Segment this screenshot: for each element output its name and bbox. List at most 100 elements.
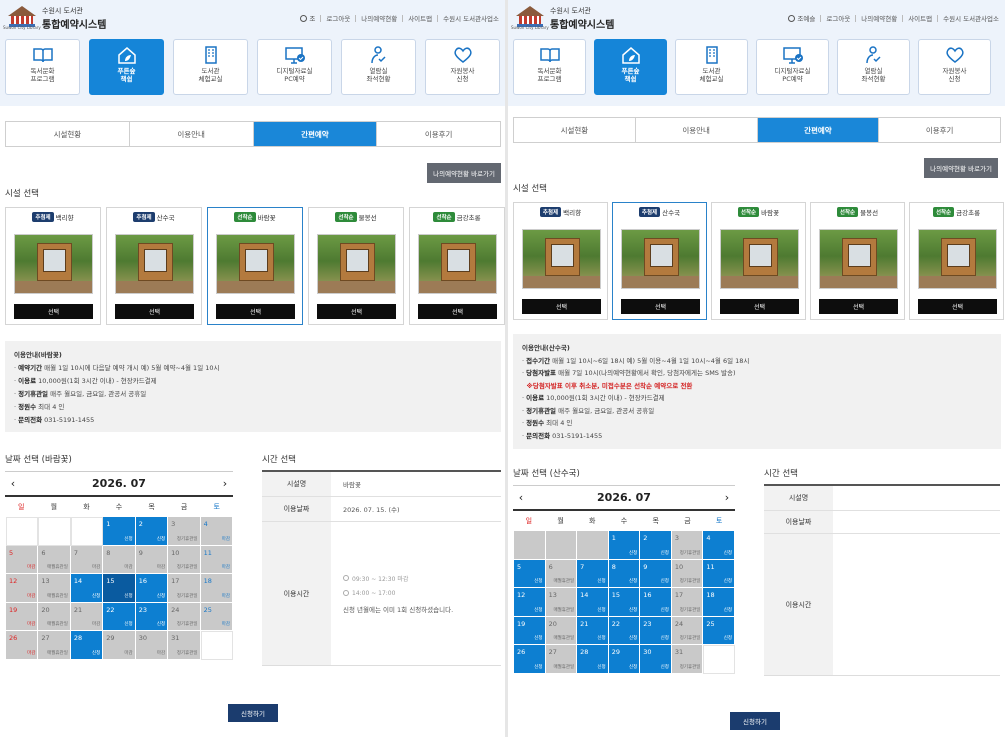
calendar-day-12[interactable]: 12 신청 <box>514 588 546 617</box>
calendar-day-29[interactable]: 29 신청 <box>608 645 641 674</box>
tab-easy-reservation[interactable]: 간편예약 <box>253 122 378 146</box>
day-number: 6 <box>41 548 46 557</box>
calendar-day-23[interactable]: 23 신청 <box>640 616 672 645</box>
tab-usage-guide[interactable]: 이용안내 <box>636 118 758 142</box>
tab-reviews[interactable]: 이용후기 <box>377 122 500 146</box>
nav-label: 푸른숲 책쉼 <box>117 67 136 83</box>
calendar-day-22[interactable]: 22 신청 <box>103 602 136 631</box>
apply-button[interactable]: 신청하기 <box>730 712 780 730</box>
my-reservation-shortcut-button[interactable]: 나의예약현황 바로가기 <box>924 158 998 178</box>
logout-link[interactable]: 로그아웃 <box>326 13 350 23</box>
calendar-day-11[interactable]: 11 신청 <box>703 559 735 588</box>
calendar-day-26[interactable]: 26 신청 <box>514 645 546 674</box>
library-office-link[interactable]: 수원시 도서관사업소 <box>943 13 999 23</box>
calendar-day-21[interactable]: 21 신청 <box>577 616 609 645</box>
select-button[interactable]: 선택 <box>522 299 601 314</box>
select-button[interactable]: 선택 <box>14 304 93 319</box>
calendar-day-1[interactable]: 1 신청 <box>608 531 641 560</box>
calendar-day-12: 12 마감 <box>6 574 39 603</box>
calendar-day-22[interactable]: 22 신청 <box>608 616 641 645</box>
facility-card-geumgangchorong[interactable]: 선착순 금강초롱 선택 <box>409 207 505 325</box>
calendar-day-1[interactable]: 1 신청 <box>103 517 136 546</box>
my-reservations-link[interactable]: 나의예약현황 <box>861 13 897 23</box>
calendar-day-5[interactable]: 5 신청 <box>514 559 546 588</box>
calendar-day-4[interactable]: 4 신청 <box>703 531 735 560</box>
my-reservations-link[interactable]: 나의예약현황 <box>361 13 397 23</box>
select-button[interactable]: 선택 <box>621 299 700 314</box>
tab-easy-reservation[interactable]: 간편예약 <box>757 118 880 142</box>
calendar-day-8[interactable]: 8 신청 <box>608 559 641 588</box>
select-button[interactable]: 선택 <box>720 299 799 314</box>
facility-card-baekrihyang[interactable]: 추첨제 백리향 선택 <box>5 207 101 325</box>
facility-photo <box>14 234 93 294</box>
calendar-day-14[interactable]: 14 신청 <box>70 574 104 603</box>
nav-volunteer[interactable]: 자원봉사 신청 <box>425 39 500 95</box>
calendar-day-15[interactable]: 15 신청 <box>608 588 641 617</box>
calendar-day-18[interactable]: 18 신청 <box>703 588 735 617</box>
time-slot-morning[interactable]: 09:30 ~ 12:30 마감 <box>343 574 408 583</box>
day-number: 4 <box>706 534 711 542</box>
nav-reading-room[interactable]: 열람실 좌석현황 <box>837 39 910 95</box>
facility-card-mulbongseon[interactable]: 선착순 물봉선 선택 <box>308 207 404 325</box>
facility-card-sansuguk[interactable]: 추첨제 산수국 선택 <box>612 202 707 320</box>
calendar-day-9[interactable]: 9 신청 <box>640 559 672 588</box>
limit-notice: 신청 년월에는 이미 1회 신청하셨습니다. <box>343 605 454 614</box>
tab-usage-guide[interactable]: 이용안내 <box>130 122 254 146</box>
calendar-day-16[interactable]: 16 신청 <box>640 588 672 617</box>
day-number: 8 <box>106 548 111 557</box>
nav-experience-class[interactable]: 도서관 체험교실 <box>173 39 248 95</box>
select-button[interactable]: 선택 <box>317 304 396 319</box>
prev-month-button[interactable]: ‹ <box>5 477 21 490</box>
facility-card-baekrihyang[interactable]: 추첨제 백리향 선택 <box>513 202 608 320</box>
user-name[interactable]: 조예슬 <box>788 13 815 23</box>
select-button[interactable]: 선택 <box>418 304 497 319</box>
calendar-day-28[interactable]: 28 신청 <box>70 631 104 660</box>
select-button[interactable]: 선택 <box>918 299 997 314</box>
next-month-button[interactable]: › <box>719 491 735 504</box>
tab-reviews[interactable]: 이용후기 <box>879 118 1000 142</box>
sitemap-link[interactable]: 사이트맵 <box>908 13 932 23</box>
select-button[interactable]: 선택 <box>115 304 194 319</box>
calendar-day-25[interactable]: 25 신청 <box>703 616 735 645</box>
facility-card-geumgangchorong[interactable]: 선착순 금강초롱 선택 <box>909 202 1004 320</box>
user-name[interactable]: 조 <box>300 13 315 23</box>
calendar-day-7[interactable]: 7 신청 <box>577 559 609 588</box>
facility-card-mulbongseon[interactable]: 선착순 물봉선 선택 <box>810 202 905 320</box>
logout-link[interactable]: 로그아웃 <box>826 13 850 23</box>
time-slot-afternoon[interactable]: 14:00 ~ 17:00 <box>343 590 395 597</box>
calendar-day-15[interactable]: 15 신청 <box>103 574 136 603</box>
library-office-link[interactable]: 수원시 도서관사업소 <box>443 13 499 23</box>
sitemap-link[interactable]: 사이트맵 <box>408 13 432 23</box>
nav-forest-rest[interactable]: 푸른숲 책쉼 <box>594 39 667 95</box>
nav-digital-pc[interactable]: 디지털자료실 PC예약 <box>257 39 332 95</box>
nav-forest-rest[interactable]: 푸른숲 책쉼 <box>89 39 164 95</box>
calendar-empty-cell <box>6 517 39 546</box>
day-number: 22 <box>611 619 620 628</box>
nav-experience-class[interactable]: 도서관 체험교실 <box>675 39 748 95</box>
next-month-button[interactable]: › <box>217 477 233 490</box>
facility-card-baramkkot[interactable]: 선착순 바람꽃 선택 <box>207 207 303 325</box>
nav-reading-program[interactable]: 독서문화 프로그램 <box>513 39 586 95</box>
nav-digital-pc[interactable]: 디지털자료실 PC예약 <box>756 39 829 95</box>
nav-label: 열람실 좌석현황 <box>861 67 886 83</box>
calendar-day-28[interactable]: 28 신청 <box>577 645 609 674</box>
nav-reading-program[interactable]: 독서문화 프로그램 <box>5 39 80 95</box>
calendar-day-19[interactable]: 19 신청 <box>514 616 546 645</box>
apply-button[interactable]: 신청하기 <box>228 704 278 722</box>
tab-facility-status[interactable]: 시설현황 <box>6 122 130 146</box>
tab-facility-status[interactable]: 시설현황 <box>514 118 636 142</box>
facility-card-sansuguk[interactable]: 추첨제 산수국 선택 <box>106 207 202 325</box>
select-button[interactable]: 선택 <box>216 304 295 319</box>
calendar-day-2[interactable]: 2 신청 <box>640 531 672 560</box>
calendar-day-2[interactable]: 2 신청 <box>135 517 169 546</box>
facility-card-baramkkot[interactable]: 선착순 바람꽃 선택 <box>711 202 806 320</box>
select-button[interactable]: 선택 <box>819 299 898 314</box>
calendar-day-30[interactable]: 30 신청 <box>640 645 672 674</box>
my-reservation-shortcut-button[interactable]: 나의예약현황 바로가기 <box>427 163 501 183</box>
calendar-day-14[interactable]: 14 신청 <box>577 588 609 617</box>
prev-month-button[interactable]: ‹ <box>513 491 529 504</box>
nav-volunteer[interactable]: 자원봉사 신청 <box>918 39 991 95</box>
calendar-day-16[interactable]: 16 신청 <box>135 574 169 603</box>
calendar-day-23[interactable]: 23 신청 <box>135 602 169 631</box>
nav-reading-room[interactable]: 열람실 좌석현황 <box>341 39 416 95</box>
